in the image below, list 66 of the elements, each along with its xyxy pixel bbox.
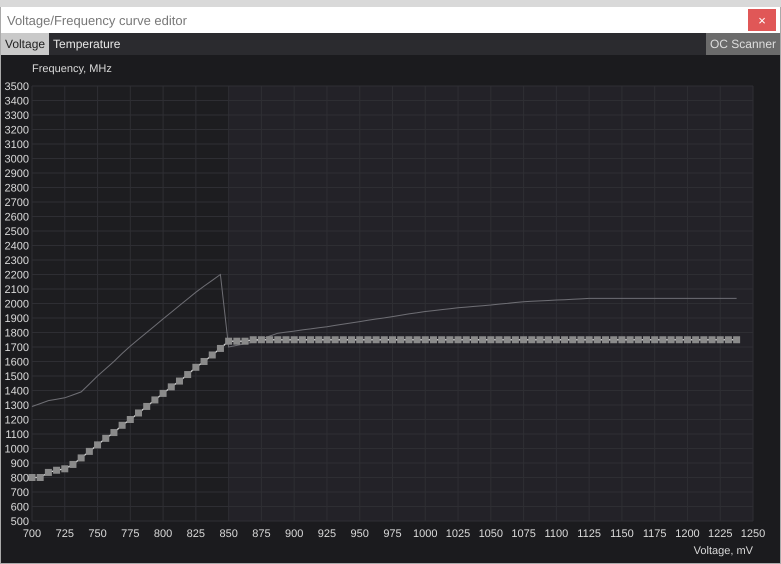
x-tick-label: 725 [56, 528, 74, 540]
tab[interactable]: Voltage [1, 33, 50, 55]
y-tick-label: 700 [10, 487, 29, 499]
x-axis-label: Voltage, mV [694, 545, 753, 557]
curve-point[interactable] [36, 474, 44, 481]
window-title: Voltage/Frequency curve editor [7, 12, 187, 28]
x-tick-label: 900 [285, 528, 304, 540]
x-tick-label: 1050 [478, 528, 504, 540]
y-tick-label: 3100 [4, 139, 29, 151]
y-tick-label: 1600 [4, 356, 29, 368]
x-tick-label: 800 [154, 528, 172, 540]
x-tick-label: 1225 [708, 528, 732, 540]
y-tick-label: 1200 [4, 414, 29, 426]
y-tick-label: 3000 [4, 154, 29, 166]
y-tick-label: 1300 [4, 400, 29, 412]
x-tick-label: 975 [383, 528, 402, 540]
y-axis-label: Frequency, MHz [32, 63, 112, 75]
y-tick-label: 1800 [4, 328, 29, 340]
y-tick-label: 2600 [4, 212, 29, 224]
y-tick-label: 3300 [4, 110, 29, 122]
x-tick-label: 1250 [740, 528, 766, 540]
y-tick-label: 3400 [4, 96, 29, 108]
close-button[interactable]: × [748, 9, 776, 31]
x-tick-label: 850 [219, 528, 238, 540]
x-tick-label: 925 [318, 528, 336, 540]
y-tick-label: 3200 [4, 124, 29, 136]
y-tick-label: 1500 [4, 371, 29, 383]
oc-scanner-button[interactable]: OC Scanner [706, 33, 780, 55]
x-tick-label: 1075 [511, 528, 536, 540]
y-tick-label: 1100 [5, 429, 29, 441]
y-tick-label: 1000 [4, 444, 29, 456]
y-tick-label: 2400 [4, 240, 29, 252]
y-tick-label: 2700 [4, 197, 29, 209]
x-tick-label: 1100 [544, 528, 568, 540]
x-tick-label: 1150 [610, 528, 634, 540]
x-tick-label: 750 [88, 528, 107, 540]
y-tick-label: 2800 [4, 182, 29, 194]
y-tick-label: 500 [10, 516, 29, 528]
y-tick-label: 2000 [4, 298, 29, 310]
x-tick-label: 875 [252, 528, 271, 540]
y-tick-label: 900 [10, 458, 29, 470]
x-tick-label: 1025 [446, 528, 470, 540]
x-tick-label: 1200 [675, 528, 700, 540]
curve-point[interactable] [184, 371, 192, 378]
curve-point[interactable] [225, 338, 232, 345]
x-tick-label: 950 [350, 528, 369, 540]
y-tick-label: 2900 [4, 168, 29, 180]
curve-point[interactable] [242, 338, 249, 345]
y-tick-label: 2300 [4, 255, 29, 267]
y-tick-label: 1900 [4, 313, 29, 325]
y-tick-label: 1400 [4, 386, 29, 398]
y-tick-label: 2200 [4, 270, 29, 282]
x-tick-label: 775 [121, 528, 140, 540]
y-tick-label: 600 [10, 502, 29, 514]
x-tick-label: 825 [186, 528, 206, 540]
y-tick-label: 800 [10, 472, 29, 484]
x-tick-label: 700 [22, 528, 42, 540]
tab[interactable]: Temperature [49, 33, 124, 55]
y-tick-label: 1700 [4, 342, 29, 354]
curve-point[interactable] [200, 358, 208, 365]
x-tick-label: 1125 [577, 528, 601, 540]
y-tick-label: 2500 [4, 226, 29, 238]
y-tick-label: 2100 [4, 284, 29, 296]
y-tick-label: 3500 [4, 81, 29, 93]
x-tick-label: 1000 [413, 528, 438, 540]
x-tick-label: 1175 [642, 528, 666, 540]
